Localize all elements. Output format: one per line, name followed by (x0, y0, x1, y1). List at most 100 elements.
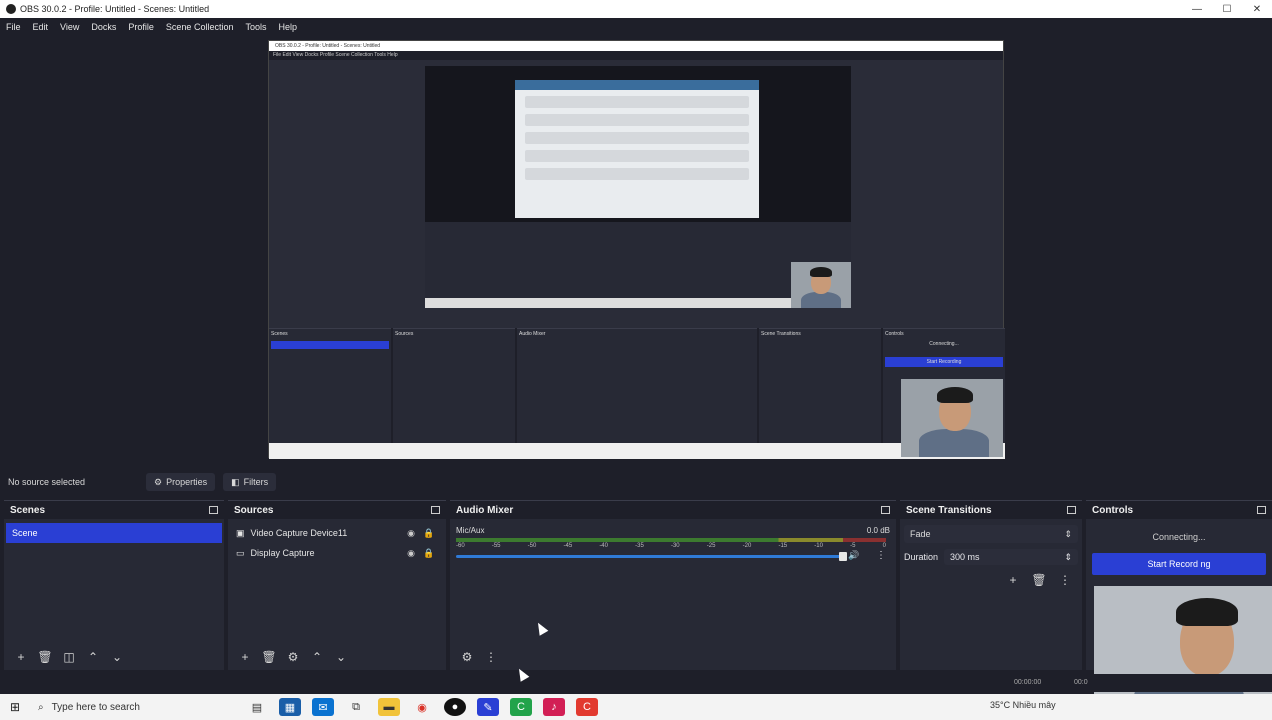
menu-file[interactable]: File (0, 22, 27, 32)
add-transition-button[interactable]: + (1004, 571, 1022, 589)
obs-icon[interactable]: ● (444, 698, 466, 716)
eye-icon[interactable]: ◉ (402, 548, 420, 559)
start-recording-button[interactable]: Start Record ng (1092, 553, 1266, 575)
monitor-icon: ▭ (236, 547, 245, 558)
undock-icon[interactable] (209, 506, 218, 514)
remove-source-button[interactable]: 🗑 (260, 648, 278, 666)
menu-docks[interactable]: Docks (85, 22, 122, 32)
menu-profile[interactable]: Profile (122, 22, 160, 32)
filters-label: Filters (243, 477, 269, 487)
undock-icon[interactable] (1257, 506, 1266, 514)
task-view-icon[interactable]: ▤ (246, 698, 268, 716)
volume-slider[interactable] (456, 555, 843, 558)
no-source-label: No source selected (8, 477, 86, 487)
audio-mixer-title: Audio Mixer (456, 504, 514, 516)
advanced-audio-settings-button[interactable]: ⚙ (458, 648, 476, 666)
window-titlebar: OBS 30.0.2 - Profile: Untitled - Scenes:… (0, 0, 1272, 18)
move-down-icon[interactable]: ⌄ (332, 648, 350, 666)
menu-bar: File Edit View Docks Profile Scene Colle… (0, 18, 1272, 36)
mixer-menu-button[interactable]: ⋮ (482, 648, 500, 666)
nested-connecting: Connecting... (929, 341, 959, 347)
nested-windows-taskbar (269, 443, 1005, 459)
stream-time: 00:0 (1074, 679, 1088, 686)
lock-icon[interactable]: 🔒 (420, 528, 438, 539)
scene-transitions-title: Scene Transitions (906, 504, 992, 516)
tiktok-icon[interactable]: ♪ (543, 698, 565, 716)
remove-scene-button[interactable]: 🗑 (36, 648, 54, 666)
nested-scenes-title: Scenes (271, 331, 288, 337)
mail-icon[interactable]: ✉ (312, 698, 334, 716)
duration-label: Duration (904, 552, 939, 562)
spinner-icon[interactable]: ⇕ (1064, 552, 1072, 563)
tick-label: -55 (491, 543, 501, 549)
sources-title: Sources (234, 504, 274, 516)
add-scene-button[interactable]: + (12, 648, 30, 666)
move-down-icon[interactable]: ⌄ (108, 648, 126, 666)
undock-icon[interactable] (431, 506, 440, 514)
move-up-icon[interactable]: ⌃ (308, 648, 326, 666)
sources-dock: Sources ▣ Video Capture Device11 ◉ 🔒 ▭ D… (228, 500, 446, 670)
lock-icon[interactable]: 🔒 (420, 548, 438, 559)
volume-slider-handle[interactable] (839, 552, 847, 561)
speaker-icon[interactable]: 🔊 (848, 550, 859, 561)
scene-item[interactable]: Scene (6, 523, 222, 543)
filters-button[interactable]: ◧ Filters (223, 473, 277, 491)
nested-start-recording: Start Recording (885, 357, 1003, 367)
more-icon[interactable]: ⋮ (876, 550, 886, 561)
weather-widget[interactable]: 35°C Nhiều mây (990, 700, 1056, 710)
add-source-button[interactable]: + (236, 648, 254, 666)
controls-title: Controls (1092, 504, 1134, 516)
editor-icon[interactable]: ✎ (477, 698, 499, 716)
transition-value: Fade (910, 529, 931, 539)
camtasia-icon[interactable]: C (510, 698, 532, 716)
maximize-button[interactable]: ☐ (1212, 4, 1242, 15)
preview-canvas[interactable]: OBS 30.0.2 - Profile: Untitled - Scenes:… (0, 36, 1272, 468)
eye-icon[interactable]: ◉ (402, 528, 420, 539)
scene-filters-button[interactable]: ◫ (60, 648, 78, 666)
minimize-button[interactable]: — (1182, 4, 1212, 15)
chrome-icon[interactable]: ◉ (411, 698, 433, 716)
mixer-channel-name: Mic/Aux (456, 526, 485, 535)
scene-transitions-dock: Scene Transitions Fade ⇕ Duration 300 ms ⇕… (900, 500, 1082, 670)
duration-input[interactable]: 300 ms ⇕ (944, 549, 1078, 565)
menu-tools[interactable]: Tools (239, 22, 272, 32)
network-icon[interactable]: ⧉ (345, 698, 367, 716)
tick-label: -20 (742, 543, 752, 549)
volume-meter (456, 538, 886, 542)
source-toolbar: No source selected ⚙ Properties ◧ Filters (0, 472, 1272, 492)
duration-value: 300 ms (950, 552, 980, 562)
calculator-icon[interactable]: ▦ (279, 698, 301, 716)
transition-menu-button[interactable]: ⋮ (1056, 571, 1074, 589)
source-label: Display Capture (250, 548, 315, 558)
menu-scene-collection[interactable]: Scene Collection (160, 22, 240, 32)
tick-label: -5 (850, 543, 856, 549)
menu-edit[interactable]: Edit (27, 22, 55, 32)
undock-icon[interactable] (1067, 506, 1076, 514)
file-explorer-icon[interactable]: ▬ (378, 698, 400, 716)
undock-icon[interactable] (881, 506, 890, 514)
transition-select[interactable]: Fade ⇕ (904, 525, 1078, 543)
tick-label: -30 (670, 543, 680, 549)
nested-webpage (515, 80, 759, 218)
source-label: Video Capture Device11 (250, 528, 348, 538)
recorder-icon[interactable]: C (576, 698, 598, 716)
connecting-status: Connecting... (1092, 527, 1266, 547)
move-up-icon[interactable]: ⌃ (84, 648, 102, 666)
menu-view[interactable]: View (54, 22, 85, 32)
menu-help[interactable]: Help (272, 22, 303, 32)
tick-label: -50 (527, 543, 537, 549)
taskbar-search[interactable]: ⌕ Type here to search (30, 694, 220, 720)
tick-label: -40 (599, 543, 608, 549)
remove-transition-button[interactable]: 🗑 (1030, 571, 1048, 589)
windows-start-icon[interactable]: ⊞ (0, 700, 30, 714)
close-button[interactable]: ✕ (1242, 4, 1272, 15)
chevron-updown-icon: ⇕ (1064, 528, 1072, 539)
properties-button[interactable]: ⚙ Properties (146, 473, 216, 491)
source-properties-button[interactable]: ⚙ (284, 648, 302, 666)
nested-webcam-large (901, 379, 1003, 457)
nested-preview (425, 66, 851, 308)
source-row[interactable]: ▭ Display Capture ◉ 🔒 (228, 543, 446, 563)
obs-logo-icon (6, 4, 16, 14)
nested-display-capture: OBS 30.0.2 - Profile: Untitled - Scenes:… (268, 40, 1005, 459)
source-row[interactable]: ▣ Video Capture Device11 ◉ 🔒 (228, 523, 446, 543)
